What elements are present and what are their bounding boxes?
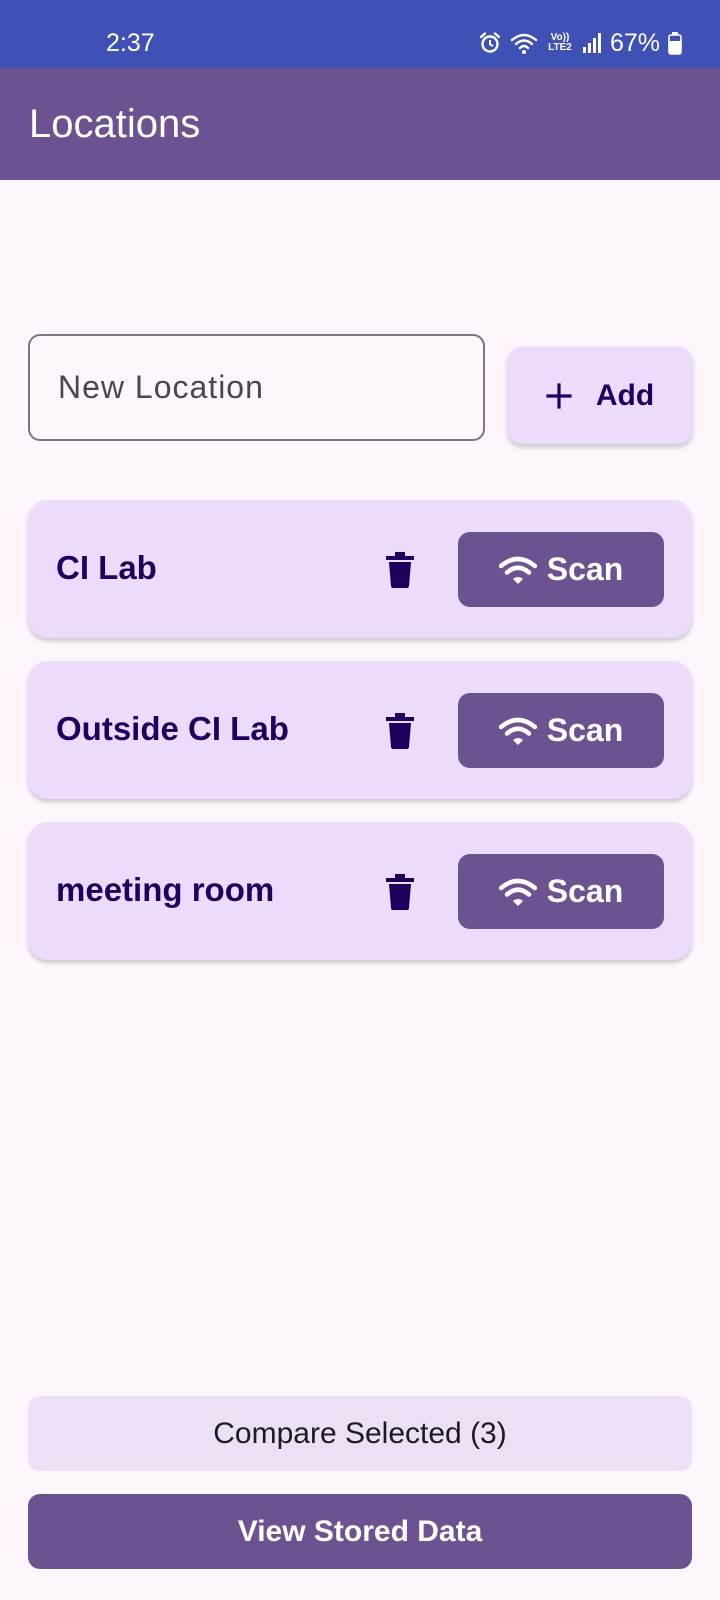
battery-icon (668, 32, 682, 55)
scan-button-label: Scan (546, 712, 624, 748)
battery-percent: 67% (609, 29, 660, 57)
scan-button[interactable]: Scan (458, 854, 664, 929)
scan-button-label: Scan (546, 873, 624, 909)
location-card: CI Lab Scan (28, 500, 692, 638)
volte-bottom-label: LTE2 (548, 42, 572, 53)
delete-icon[interactable] (384, 552, 416, 588)
location-name: CI Lab (56, 549, 157, 586)
add-button-label: Add (595, 378, 655, 412)
location-name: Outside CI Lab (56, 710, 289, 747)
compare-selected-label: Compare Selected (3) (213, 1416, 507, 1450)
wifi-icon (498, 878, 537, 906)
status-bar: 2:37 Vo)) LTE2 67% (0, 0, 720, 68)
location-card: Outside CI Lab Scan (28, 661, 692, 799)
new-location-input[interactable] (28, 334, 485, 441)
delete-icon[interactable] (384, 713, 416, 749)
app-bar: Locations (0, 68, 720, 180)
volte-icon: Vo)) LTE2 (546, 33, 574, 53)
scan-button[interactable]: Scan (458, 693, 664, 768)
compare-selected-button[interactable]: Compare Selected (3) (28, 1396, 692, 1471)
add-location-button[interactable]: Add (508, 347, 692, 444)
wifi-icon (498, 717, 537, 745)
view-stored-data-button[interactable]: View Stored Data (28, 1494, 692, 1569)
signal-icon (582, 33, 601, 53)
scan-button[interactable]: Scan (458, 532, 664, 607)
status-time: 2:37 (106, 29, 155, 57)
plus-icon (546, 382, 572, 409)
wifi-icon (510, 33, 538, 54)
status-icons: Vo)) LTE2 67% (478, 28, 682, 58)
wifi-icon (498, 556, 537, 584)
location-name: meeting room (56, 871, 275, 908)
scan-button-label: Scan (546, 551, 624, 587)
location-card: meeting room Scan (28, 822, 692, 960)
alarm-icon (479, 32, 501, 53)
view-stored-data-label: View Stored Data (237, 1514, 483, 1548)
delete-icon[interactable] (384, 874, 416, 910)
page-title: Locations (29, 102, 201, 146)
